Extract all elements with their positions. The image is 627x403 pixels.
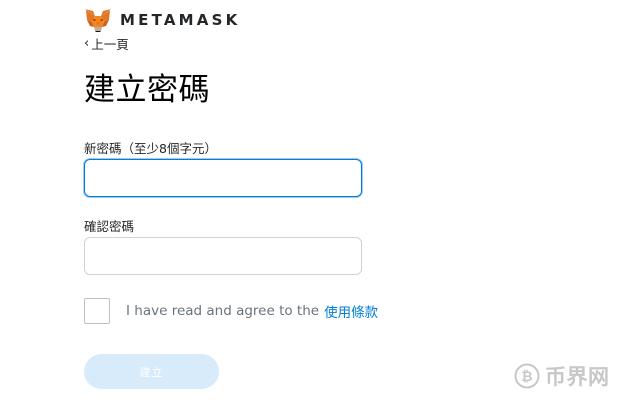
- terms-row: I have read and agree to the 使用條款: [84, 298, 378, 324]
- create-button[interactable]: 建立: [84, 354, 219, 389]
- confirm-password-label: 確認密碼: [84, 219, 135, 234]
- new-password-input[interactable]: [84, 159, 362, 197]
- watermark: ₿ 币界网: [514, 361, 610, 391]
- back-link[interactable]: ‹ 上一頁: [84, 34, 129, 53]
- confirm-password-input[interactable]: [84, 237, 362, 275]
- chevron-left-icon: ‹: [84, 36, 90, 51]
- metamask-fox-icon: [85, 9, 111, 32]
- terms-text: I have read and agree to the: [126, 303, 320, 319]
- bitcoin-coin-icon: ₿: [514, 363, 540, 389]
- metamask-brand: METAMASK: [84, 8, 240, 32]
- svg-text:₿: ₿: [521, 369, 532, 385]
- page-title: 建立密碼: [84, 72, 210, 108]
- terms-of-use-link[interactable]: 使用條款: [324, 301, 378, 321]
- watermark-text: 币界网: [545, 365, 610, 389]
- brand-name: METAMASK: [120, 11, 241, 29]
- new-password-label: 新密碼（至少8個字元）: [84, 141, 217, 156]
- back-label: 上一頁: [91, 37, 129, 52]
- terms-checkbox[interactable]: [84, 298, 110, 324]
